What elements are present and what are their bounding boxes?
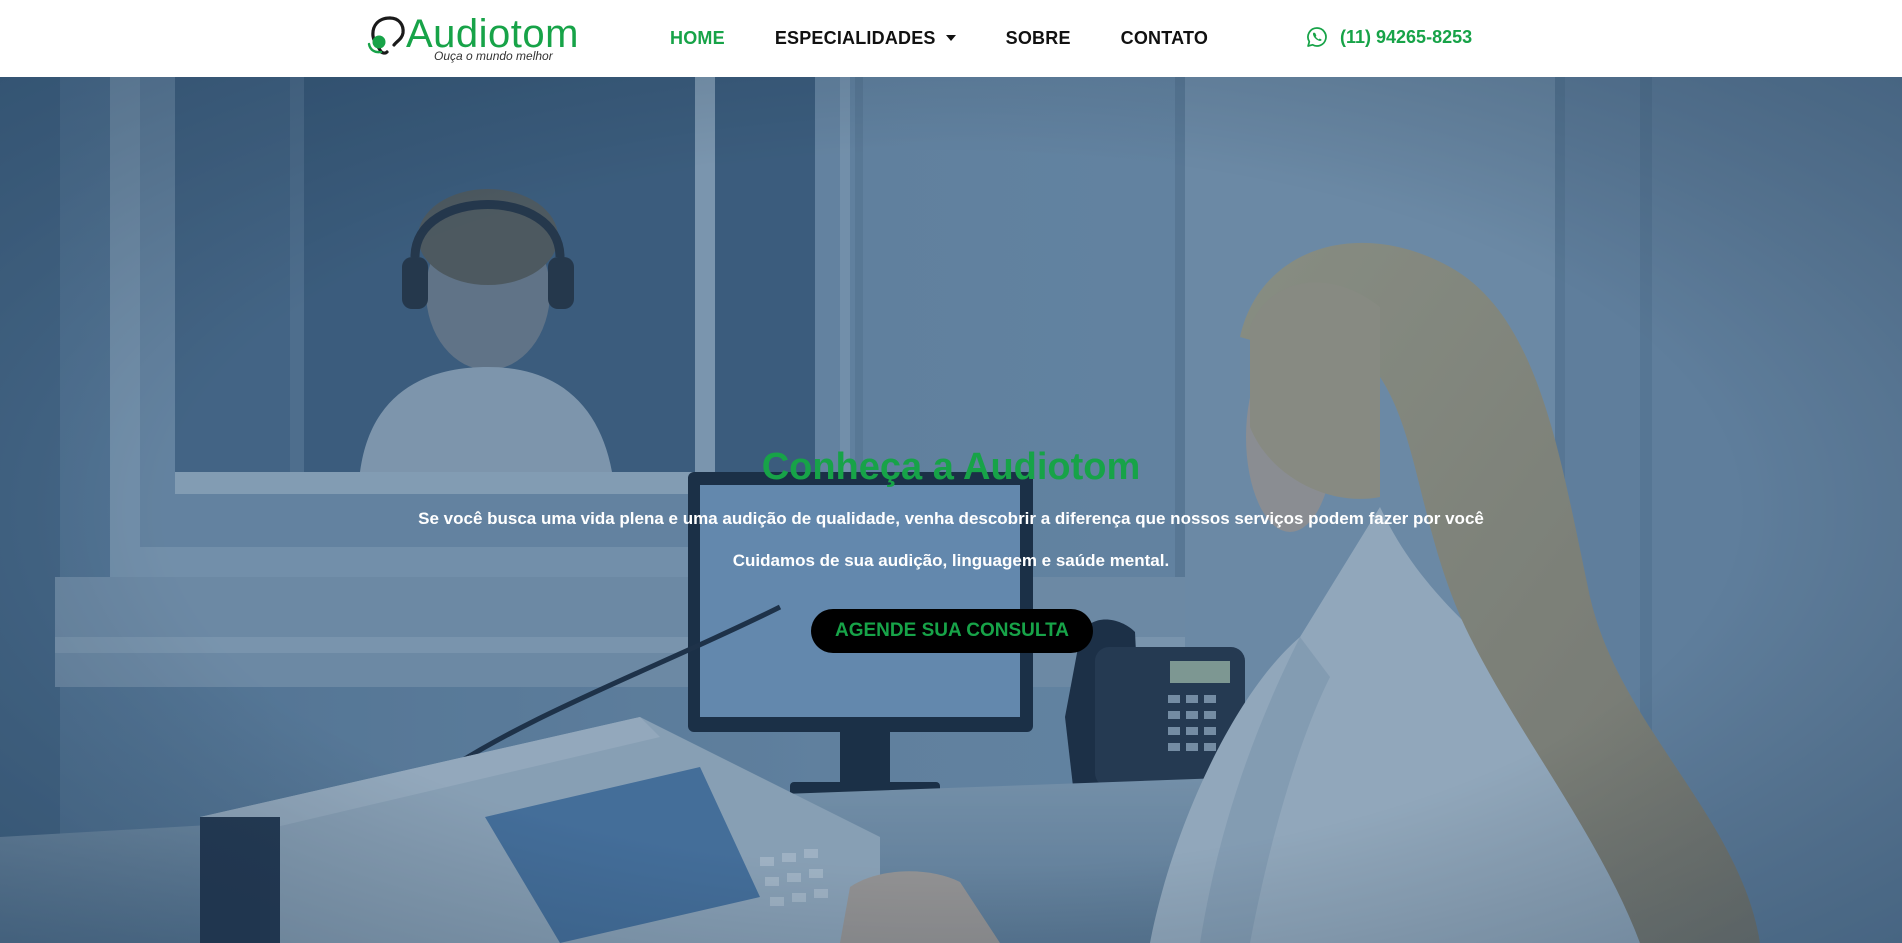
whatsapp-icon	[1307, 27, 1327, 47]
nav-item-home[interactable]: HOME	[670, 27, 725, 49]
nav-item-label: ESPECIALIDADES	[774, 28, 936, 48]
logo-link[interactable]: Audiotom Ouça o mundo melhor	[366, 12, 578, 64]
phone-number: (11) 94265-8253	[1340, 27, 1473, 47]
nav-item-label: HOME	[670, 28, 725, 48]
whatsapp-phone-link[interactable]: (11) 94265-8253	[1306, 26, 1472, 48]
schedule-appointment-button[interactable]: AGENDE SUA CONSULTA	[811, 609, 1093, 653]
ear-logo-icon	[367, 16, 405, 55]
main-nav: HOME ESPECIALIDADES SOBRE CONTATO	[670, 27, 1208, 49]
chevron-down-icon	[945, 35, 956, 41]
site-header: Audiotom Ouça o mundo melhor HOME ESPECI…	[0, 0, 1902, 77]
nav-item-label: CONTATO	[1120, 28, 1209, 48]
hero-subtitle-line2: Cuidamos de sua audição, linguagem e saú…	[732, 551, 1170, 570]
hero-title: Conheça a Audiotom	[761, 446, 1141, 488]
nav-item-especialidades[interactable]: ESPECIALIDADES	[775, 27, 956, 49]
nav-item-contato[interactable]: CONTATO	[1121, 27, 1208, 49]
logo-tagline: Ouça o mundo melhor	[434, 49, 553, 63]
nav-item-sobre[interactable]: SOBRE	[1006, 27, 1071, 49]
nav-item-label: SOBRE	[1005, 28, 1071, 48]
hero-subtitle-line1: Se você busca uma vida plena e uma audiç…	[418, 509, 1484, 528]
hero-section: Conheça a Audiotom Se você busca uma vid…	[0, 77, 1902, 943]
hero-content: Conheça a Audiotom Se você busca uma vid…	[0, 77, 1902, 943]
